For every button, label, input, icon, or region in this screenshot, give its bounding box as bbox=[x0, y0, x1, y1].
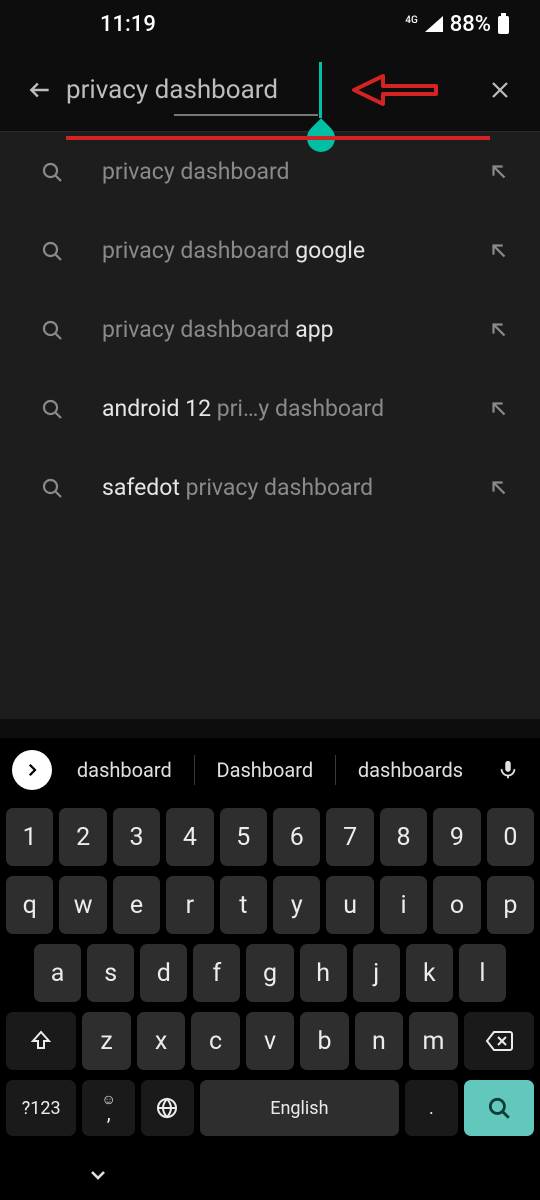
key-z[interactable]: z bbox=[82, 1012, 130, 1070]
keyboard-row-numbers: 1 2 3 4 5 6 7 8 9 0 bbox=[4, 808, 536, 866]
search-input-wrap[interactable] bbox=[66, 68, 474, 112]
search-icon bbox=[40, 239, 66, 263]
suggestion-item[interactable]: privacy dashboard google bbox=[0, 211, 540, 290]
key-1[interactable]: 1 bbox=[6, 808, 53, 866]
search-action-key[interactable] bbox=[464, 1080, 534, 1136]
key-j[interactable]: j bbox=[353, 944, 400, 1002]
network-type: 4G bbox=[405, 16, 418, 26]
search-icon bbox=[40, 476, 66, 500]
battery-icon bbox=[497, 13, 510, 35]
signal-icon bbox=[424, 15, 444, 33]
key-w[interactable]: w bbox=[59, 876, 106, 934]
status-time: 11:19 bbox=[30, 12, 156, 37]
annotation-underline bbox=[66, 136, 490, 140]
key-m[interactable]: m bbox=[409, 1012, 457, 1070]
status-bar: 11:19 4G 88% bbox=[0, 0, 540, 48]
keyboard-row-zxcv: z x c v b n m bbox=[4, 1012, 536, 1070]
keyboard-row-qwerty: q w e r t y u i o p bbox=[4, 876, 536, 934]
suggestion-item[interactable]: android 12 pri…y dashboard bbox=[0, 369, 540, 448]
suggestion-text: privacy dashboard bbox=[66, 158, 488, 185]
suggestion-text: privacy dashboard google bbox=[66, 237, 488, 264]
key-d[interactable]: d bbox=[140, 944, 187, 1002]
text-cursor bbox=[319, 62, 322, 118]
suggestion-item[interactable]: privacy dashboard app bbox=[0, 290, 540, 369]
suggestions-list: privacy dashboard privacy dashboard goog… bbox=[0, 132, 540, 527]
key-2[interactable]: 2 bbox=[59, 808, 106, 866]
insert-arrow-icon[interactable] bbox=[488, 240, 510, 262]
keyboard-row-asdf: a s d f g h j k l bbox=[4, 944, 536, 1002]
key-e[interactable]: e bbox=[113, 876, 160, 934]
key-g[interactable]: g bbox=[246, 944, 293, 1002]
search-icon bbox=[40, 160, 66, 184]
keyboard-keys: 1 2 3 4 5 6 7 8 9 0 q w e r t y u i o p … bbox=[0, 802, 540, 1154]
key-0[interactable]: 0 bbox=[487, 808, 534, 866]
back-button[interactable] bbox=[18, 68, 62, 112]
separator bbox=[194, 755, 195, 785]
kb-word-suggestion[interactable]: dashboards bbox=[350, 758, 471, 782]
search-bar bbox=[0, 48, 540, 132]
insert-arrow-icon[interactable] bbox=[488, 398, 510, 420]
key-r[interactable]: r bbox=[166, 876, 213, 934]
keyboard-row-fn: ?123 ☺, English . bbox=[4, 1080, 536, 1136]
navigation-bar bbox=[0, 1154, 540, 1200]
suggestion-item[interactable]: safedot privacy dashboard bbox=[0, 448, 540, 527]
annotation-arrow bbox=[348, 70, 438, 110]
language-key[interactable] bbox=[141, 1080, 194, 1136]
backspace-key[interactable] bbox=[464, 1012, 534, 1070]
key-l[interactable]: l bbox=[459, 944, 506, 1002]
key-s[interactable]: s bbox=[87, 944, 134, 1002]
key-6[interactable]: 6 bbox=[273, 808, 320, 866]
key-t[interactable]: t bbox=[220, 876, 267, 934]
text-underline bbox=[174, 114, 318, 116]
suggestion-text: privacy dashboard app bbox=[66, 316, 488, 343]
key-c[interactable]: c bbox=[191, 1012, 239, 1070]
key-3[interactable]: 3 bbox=[113, 808, 160, 866]
key-q[interactable]: q bbox=[6, 876, 53, 934]
expand-toolbar-button[interactable] bbox=[12, 750, 52, 790]
key-y[interactable]: y bbox=[273, 876, 320, 934]
key-v[interactable]: v bbox=[246, 1012, 294, 1070]
kb-word-suggestion[interactable]: Dashboard bbox=[208, 758, 321, 782]
key-9[interactable]: 9 bbox=[433, 808, 480, 866]
space-key[interactable]: English bbox=[200, 1080, 399, 1136]
key-n[interactable]: n bbox=[355, 1012, 403, 1070]
clear-button[interactable] bbox=[478, 68, 522, 112]
search-icon bbox=[40, 397, 66, 421]
battery-percent: 88% bbox=[450, 12, 491, 37]
emoji-key[interactable]: ☺, bbox=[82, 1080, 135, 1136]
key-o[interactable]: o bbox=[433, 876, 480, 934]
key-i[interactable]: i bbox=[380, 876, 427, 934]
key-7[interactable]: 7 bbox=[326, 808, 373, 866]
key-f[interactable]: f bbox=[193, 944, 240, 1002]
search-icon bbox=[40, 318, 66, 342]
keyboard: dashboard Dashboard dashboards 1 2 3 4 5… bbox=[0, 738, 540, 1200]
period-key[interactable]: . bbox=[405, 1080, 458, 1136]
hide-keyboard-button[interactable] bbox=[86, 1163, 110, 1191]
content-fill bbox=[0, 527, 540, 719]
keyboard-suggestion-bar: dashboard Dashboard dashboards bbox=[0, 738, 540, 802]
key-u[interactable]: u bbox=[326, 876, 373, 934]
key-k[interactable]: k bbox=[406, 944, 453, 1002]
symbols-key[interactable]: ?123 bbox=[6, 1080, 76, 1136]
key-h[interactable]: h bbox=[300, 944, 347, 1002]
key-p[interactable]: p bbox=[487, 876, 534, 934]
insert-arrow-icon[interactable] bbox=[488, 161, 510, 183]
key-a[interactable]: a bbox=[34, 944, 81, 1002]
key-5[interactable]: 5 bbox=[220, 808, 267, 866]
shift-key[interactable] bbox=[6, 1012, 76, 1070]
status-right: 4G 88% bbox=[405, 12, 510, 37]
suggestion-item[interactable]: privacy dashboard bbox=[0, 132, 540, 211]
key-x[interactable]: x bbox=[137, 1012, 185, 1070]
mic-button[interactable] bbox=[488, 759, 528, 781]
insert-arrow-icon[interactable] bbox=[488, 319, 510, 341]
key-4[interactable]: 4 bbox=[166, 808, 213, 866]
insert-arrow-icon[interactable] bbox=[488, 477, 510, 499]
suggestion-text: safedot privacy dashboard bbox=[66, 474, 488, 501]
suggestion-text: android 12 pri…y dashboard bbox=[66, 395, 488, 422]
kb-word-suggestion[interactable]: dashboard bbox=[69, 758, 180, 782]
key-b[interactable]: b bbox=[300, 1012, 348, 1070]
key-8[interactable]: 8 bbox=[380, 808, 427, 866]
separator bbox=[335, 755, 336, 785]
keyboard-word-suggestions: dashboard Dashboard dashboards bbox=[62, 755, 478, 785]
